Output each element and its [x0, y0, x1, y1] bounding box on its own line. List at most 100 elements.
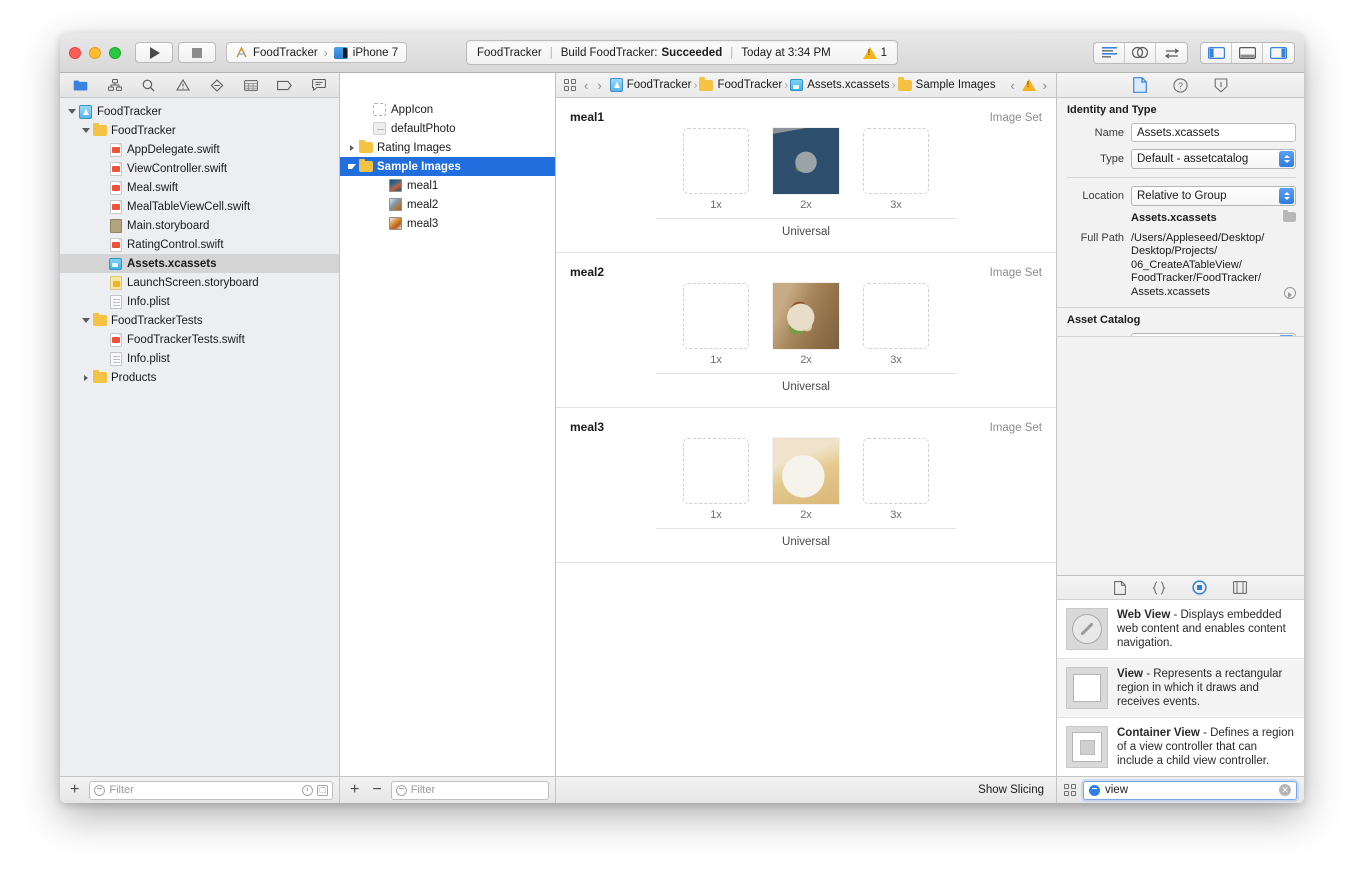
navigator-row[interactable]: Info.plist — [60, 349, 339, 368]
navigator-row[interactable]: FoodTrackerTests.swift — [60, 330, 339, 349]
image-slot[interactable]: 1x — [683, 283, 749, 366]
navigator-filter-input[interactable]: Filter ☐ — [89, 780, 333, 800]
breadcrumb-item[interactable]: FoodTracker — [699, 77, 782, 91]
image-set[interactable]: meal1 Image Set 1x 2x 3x Universal — [556, 98, 1056, 253]
navigator-row[interactable]: Info.plist — [60, 292, 339, 311]
grid-view-icon[interactable] — [1064, 784, 1076, 796]
show-slicing-button[interactable]: Show Slicing — [978, 784, 1044, 796]
image-slot[interactable]: 2x — [773, 128, 839, 211]
add-file-button[interactable]: + — [66, 782, 83, 798]
navigator-row[interactable]: MealTableViewCell.swift — [60, 197, 339, 216]
empty-image-well[interactable] — [863, 438, 929, 504]
asset-list-item[interactable]: Sample Images — [340, 157, 555, 176]
media-library-icon[interactable] — [1233, 581, 1247, 594]
scheme-selector[interactable]: FoodTracker › iPhone 7 — [226, 42, 408, 63]
navigator-row[interactable]: Products — [60, 368, 339, 387]
source-control-navigator-icon[interactable] — [106, 78, 123, 93]
asset-list-item[interactable]: Rating Images — [340, 138, 555, 157]
run-button[interactable] — [135, 42, 173, 63]
type-select[interactable]: Default - assetcatalog — [1131, 149, 1296, 169]
reveal-in-finder-icon[interactable] — [1284, 287, 1296, 299]
breadcrumb-item[interactable]: Assets.xcassets — [790, 79, 890, 91]
toggle-inspector-icon[interactable] — [1263, 43, 1294, 63]
navigator-row[interactable]: Meal.swift — [60, 178, 339, 197]
library-item[interactable]: Web View - Displays embedded web content… — [1057, 600, 1304, 659]
asset-editor-canvas[interactable]: meal1 Image Set 1x 2x 3x Universal meal2 Image … — [556, 98, 1056, 776]
issue-next-icon[interactable]: › — [1042, 78, 1048, 93]
image-thumbnail[interactable] — [773, 128, 839, 194]
disclosure-triangle-open[interactable] — [66, 109, 77, 114]
minimize-button[interactable] — [89, 46, 101, 59]
zoom-button[interactable] — [109, 46, 121, 59]
editor-version-icon[interactable] — [1156, 43, 1187, 63]
quick-help-icon[interactable]: ? — [1173, 77, 1188, 93]
asset-list-items[interactable]: AppIcon defaultPhoto Rating Images Sample I… — [340, 98, 555, 776]
warning-indicator[interactable]: 1 — [862, 46, 887, 59]
breadcrumb-item[interactable]: FoodTracker — [609, 78, 691, 92]
empty-image-well[interactable] — [863, 283, 929, 349]
code-snippet-library-icon[interactable] — [1152, 580, 1166, 595]
empty-image-well[interactable] — [683, 128, 749, 194]
navigator-row[interactable]: ViewController.swift — [60, 159, 339, 178]
image-set[interactable]: meal2 Image Set 1x 2x 3x Universal — [556, 253, 1056, 408]
editor-assistant-icon[interactable] — [1125, 42, 1156, 63]
disclosure-triangle-closed[interactable] — [80, 374, 91, 381]
asset-list-item[interactable]: defaultPhoto — [340, 119, 555, 138]
asset-list-item[interactable]: meal3 — [340, 214, 555, 233]
object-library-icon[interactable] — [1192, 580, 1207, 595]
navigator-row[interactable]: FoodTrackerTests — [60, 311, 339, 330]
navigator-row[interactable]: FoodTracker — [60, 102, 339, 121]
library-search-input[interactable]: view ✕ — [1083, 780, 1297, 800]
library-item-list[interactable]: Web View - Displays embedded web content… — [1057, 600, 1304, 776]
source-control-filter-icon[interactable]: ☐ — [317, 784, 328, 796]
empty-image-well[interactable] — [863, 128, 929, 194]
asset-list-item[interactable]: meal2 — [340, 195, 555, 214]
breakpoint-navigator-icon[interactable] — [276, 78, 293, 93]
remove-asset-button[interactable]: − — [368, 782, 385, 798]
library-item[interactable]: View - Represents a rectangular region i… — [1057, 659, 1304, 718]
editor-standard-icon[interactable] — [1094, 42, 1125, 63]
image-set[interactable]: meal3 Image Set 1x 2x 3x Universal — [556, 408, 1056, 563]
toggle-debug-icon[interactable] — [1232, 42, 1263, 63]
name-input[interactable]: Assets.xcassets — [1131, 123, 1296, 142]
file-template-library-icon[interactable] — [1114, 580, 1126, 595]
add-asset-button[interactable]: + — [346, 782, 363, 798]
project-navigator-tree[interactable]: FoodTracker FoodTracker AppDelegate.swift V… — [60, 98, 339, 776]
clear-search-icon[interactable]: ✕ — [1279, 784, 1291, 796]
navigator-row[interactable]: FoodTracker — [60, 121, 339, 140]
image-thumbnail[interactable] — [773, 283, 839, 349]
identity-inspector-icon[interactable] — [1214, 77, 1228, 93]
close-button[interactable] — [69, 46, 81, 59]
file-inspector-icon[interactable] — [1133, 77, 1147, 93]
asset-list-item[interactable]: AppIcon — [340, 100, 555, 119]
navigator-row[interactable]: Main.storyboard — [60, 216, 339, 235]
debug-navigator-icon[interactable] — [242, 78, 259, 93]
image-slot[interactable]: 1x — [683, 438, 749, 521]
empty-image-well[interactable] — [683, 438, 749, 504]
issue-prev-icon[interactable]: ‹ — [1009, 78, 1015, 93]
image-slot[interactable]: 1x — [683, 128, 749, 211]
chevron-right-icon[interactable]: › — [596, 78, 602, 93]
navigator-row[interactable]: LaunchScreen.storyboard — [60, 273, 339, 292]
issue-navigator-icon[interactable] — [174, 78, 191, 93]
stop-button[interactable] — [178, 42, 216, 63]
recent-files-icon[interactable] — [302, 784, 313, 796]
disclosure-triangle-open[interactable] — [80, 318, 91, 323]
image-slot[interactable]: 3x — [863, 283, 929, 366]
image-slot[interactable]: 3x — [863, 438, 929, 521]
related-items-icon[interactable] — [564, 79, 576, 91]
toggle-navigator-icon[interactable] — [1201, 42, 1232, 63]
image-slot[interactable]: 2x — [773, 283, 839, 366]
image-slot[interactable]: 3x — [863, 128, 929, 211]
search-navigator-icon[interactable] — [140, 78, 157, 93]
navigator-row[interactable]: RatingControl.swift — [60, 235, 339, 254]
compression-select[interactable]: Default — [1131, 333, 1296, 336]
disclosure-triangle-open[interactable] — [346, 164, 357, 169]
asset-list-item[interactable]: meal1 — [340, 176, 555, 195]
test-navigator-icon[interactable] — [208, 78, 225, 93]
chevron-left-icon[interactable]: ‹ — [583, 78, 589, 93]
navigator-row[interactable]: Assets.xcassets — [60, 254, 339, 273]
image-thumbnail[interactable] — [773, 438, 839, 504]
project-navigator-icon[interactable] — [72, 78, 89, 93]
breadcrumb-item[interactable]: Sample Images — [897, 77, 996, 91]
